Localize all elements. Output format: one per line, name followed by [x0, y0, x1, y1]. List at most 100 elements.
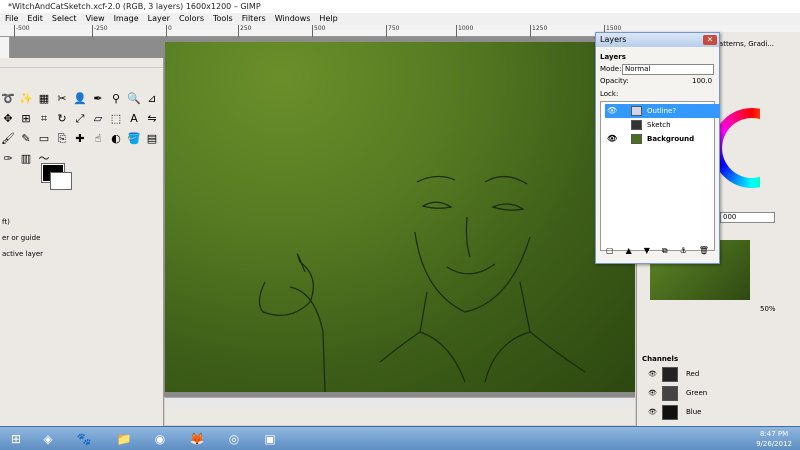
menu-filters[interactable]: Filters [242, 13, 266, 25]
menu-edit[interactable]: Edit [27, 13, 43, 25]
ruler-tick: 750 [386, 25, 399, 37]
shear-icon[interactable]: ▱ [90, 112, 106, 126]
close-icon[interactable]: ✕ [703, 35, 717, 45]
explorer-icon[interactable]: 📁 [112, 429, 136, 449]
menu-view[interactable]: View [86, 13, 105, 25]
airbrush-icon[interactable]: ✎ [18, 132, 34, 146]
new-layer-icon[interactable]: ▢ [606, 246, 614, 258]
paths-icon[interactable]: ✒ [90, 92, 106, 106]
eye-icon[interactable]: 👁 [607, 132, 617, 146]
lock-label: Lock: [600, 90, 619, 98]
layer-thumb [631, 120, 642, 130]
menu-file[interactable]: File [5, 13, 18, 25]
duplicate-layer-icon[interactable]: ⧉ [662, 246, 668, 258]
channels-title: Channels [642, 355, 679, 363]
eye-icon[interactable]: 👁 [607, 104, 617, 118]
taskbar: ⊞ ◈ 🐾 📁 ◉ 🦊 ◎ ▣ 8:47 PM 9/26/2012 [0, 426, 800, 450]
flip-icon[interactable]: ⇋ [144, 112, 160, 126]
layer-row[interactable]: Sketch [605, 118, 720, 132]
opacity-label: Opacity: [600, 77, 629, 85]
menu-image[interactable]: Image [114, 13, 139, 25]
zoom-icon[interactable]: 🔍 [126, 92, 142, 106]
layer-name: Sketch [647, 121, 671, 129]
toolbox-header [0, 58, 163, 68]
fuzzy-select-icon[interactable]: ✨ [18, 92, 34, 106]
layers-toolbar: ▢ ▲ ▼ ⧉ ⚓ 🗑 [600, 246, 715, 258]
layers-list: 👁 Outline? Sketch 👁 Background [600, 101, 720, 251]
layer-row[interactable]: 👁 Outline? [605, 104, 720, 118]
move-icon[interactable]: ✥ [0, 112, 16, 126]
mode-select[interactable]: Normal [622, 64, 714, 75]
dodge-burn-icon[interactable]: ◐ [108, 132, 124, 146]
delete-layer-icon[interactable]: 🗑 [699, 246, 709, 258]
hex-color-input[interactable]: 000 [720, 212, 775, 223]
vertical-scrollbar[interactable] [778, 32, 800, 426]
window-title: *WitchAndCatSketch.xcf-2.0 (RGB, 3 layer… [0, 0, 800, 13]
firefox-icon[interactable]: 🦊 [185, 429, 209, 449]
eye-icon[interactable]: 👁 [648, 370, 657, 378]
clock[interactable]: 8:47 PM 9/26/2012 [756, 429, 792, 449]
ruler-tick: 250 [238, 25, 251, 37]
select-by-color-icon[interactable]: ▦ [36, 92, 52, 106]
channel-name: Red [686, 370, 700, 378]
ruler-tick: -250 [92, 25, 108, 37]
channel-row[interactable]: 👁 Blue [644, 404, 772, 421]
lower-layer-icon[interactable]: ▼ [644, 246, 650, 258]
lasso-icon[interactable]: ➰ [0, 92, 16, 106]
app-icon[interactable]: ▣ [258, 429, 282, 449]
scissors-icon[interactable]: ✂ [54, 92, 70, 106]
color-picker-icon[interactable]: ⚲ [108, 92, 124, 106]
tool-options-label-1: ft) [2, 218, 10, 226]
image-canvas[interactable] [165, 42, 635, 392]
smudge-icon[interactable]: ☝ [90, 132, 106, 146]
gimp-icon[interactable]: 🐾 [72, 429, 96, 449]
blender-icon[interactable]: ◎ [222, 429, 246, 449]
perspective-icon[interactable]: ⬚ [108, 112, 124, 126]
blend-icon[interactable]: ▤ [144, 132, 160, 146]
menu-help[interactable]: Help [319, 13, 337, 25]
levels-icon[interactable]: ▥ [18, 152, 34, 166]
eye-icon[interactable]: 👁 [648, 408, 657, 416]
chrome-icon[interactable]: ◉ [148, 429, 172, 449]
text-icon[interactable]: A [126, 112, 142, 126]
picasa-icon[interactable]: ◈ [36, 429, 60, 449]
menu-colors[interactable]: Colors [179, 13, 204, 25]
layers-subtitle: Layers [600, 53, 626, 61]
crop-icon[interactable]: ⌗ [36, 112, 52, 126]
anchor-layer-icon[interactable]: ⚓ [680, 246, 687, 258]
menu-layer[interactable]: Layer [148, 13, 170, 25]
channel-name: Green [686, 389, 708, 397]
opacity-value[interactable]: 100.0 [692, 77, 712, 85]
channel-thumb [662, 386, 678, 401]
menu-select[interactable]: Select [52, 13, 77, 25]
horizontal-scrollbar[interactable] [165, 397, 635, 407]
patterns-gradients-tab[interactable]: Patterns, Gradi... [715, 37, 778, 51]
menu-tools[interactable]: Tools [213, 13, 233, 25]
menu-bar: File Edit Select View Image Layer Colors… [0, 13, 800, 25]
channel-row[interactable]: 👁 Red [644, 366, 772, 383]
ink-icon[interactable]: ✑ [0, 152, 16, 166]
eye-icon[interactable]: 👁 [648, 389, 657, 397]
paintbrush-icon[interactable]: 🖌 [0, 132, 16, 146]
align-icon[interactable]: ⊞ [18, 112, 34, 126]
layer-name: Background [647, 135, 695, 143]
zoom-level: 50% [760, 305, 776, 313]
foreground-select-icon[interactable]: 👤 [72, 92, 88, 106]
rotate-icon[interactable]: ↻ [54, 112, 70, 126]
layers-dialog: Layers ✕ Layers Mode: Normal Opacity: 10… [595, 32, 720, 264]
background-color[interactable] [50, 172, 72, 190]
scale-icon[interactable]: ⤢ [72, 112, 88, 126]
clock-time: 8:47 PM [759, 430, 789, 438]
eraser-icon[interactable]: ▭ [36, 132, 52, 146]
measure-icon[interactable]: ⊿ [144, 92, 160, 106]
layer-row[interactable]: 👁 Background [605, 132, 720, 146]
menu-windows[interactable]: Windows [275, 13, 311, 25]
ruler-tick: 1000 [456, 25, 473, 37]
channel-row[interactable]: 👁 Green [644, 385, 772, 402]
clone-icon[interactable]: ⎘ [54, 132, 70, 146]
raise-layer-icon[interactable]: ▲ [626, 246, 632, 258]
heal-icon[interactable]: ✚ [72, 132, 88, 146]
start-button[interactable]: ⊞ [4, 429, 28, 449]
sketch-drawing [258, 175, 586, 392]
bucket-fill-icon[interactable]: 🪣 [126, 132, 142, 146]
